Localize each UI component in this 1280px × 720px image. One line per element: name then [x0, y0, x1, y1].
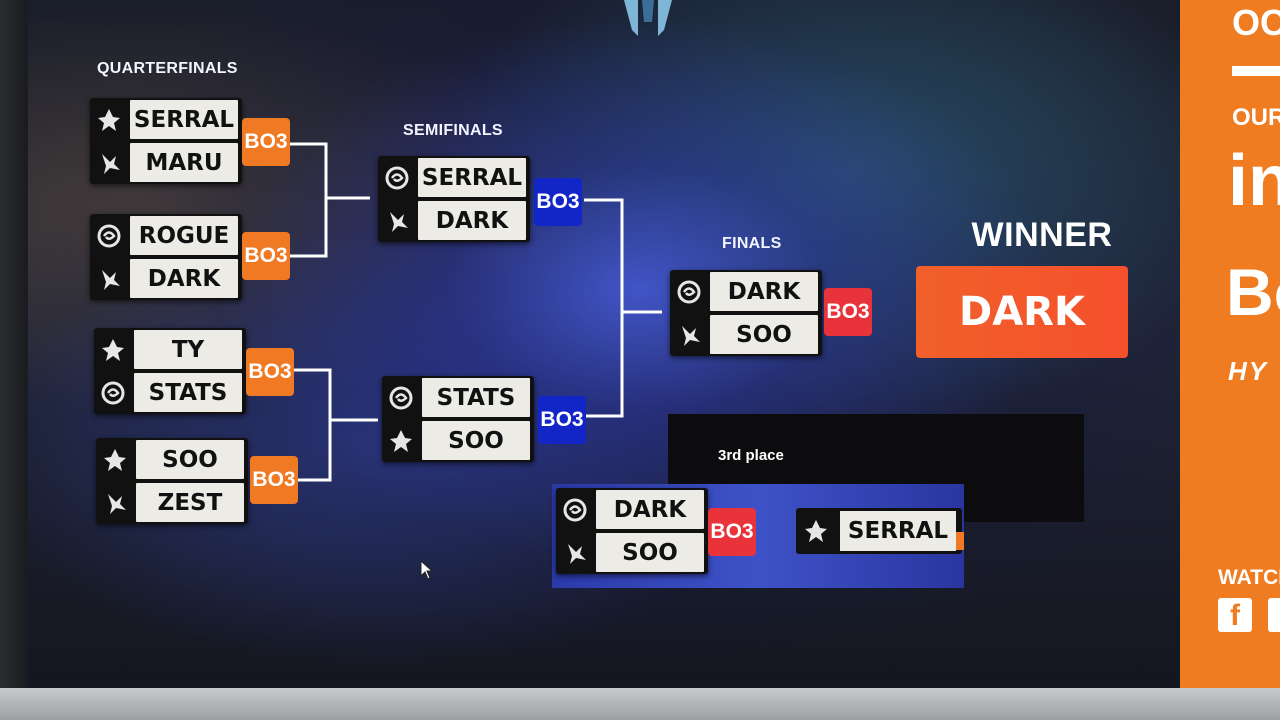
- qf-match-2: ROGUE DARK: [90, 214, 242, 300]
- sponsor-logo: HY: [1228, 356, 1269, 386]
- format-badge: BO3: [708, 508, 756, 556]
- format-badge: BO3: [824, 288, 872, 336]
- player-name: SOO: [710, 315, 818, 354]
- sidebar-top-text: OC: [1232, 2, 1280, 43]
- player-row[interactable]: TY: [94, 328, 246, 371]
- player-row[interactable]: SOO: [670, 313, 822, 356]
- terran-icon: [96, 438, 134, 481]
- player-row[interactable]: STATS: [94, 371, 246, 414]
- stream-overlay-screen: QUARTERFINALS SEMIFINALS FINALS SERRAL M…: [28, 0, 1200, 688]
- zerg-icon: [556, 488, 594, 531]
- zerg-icon: [670, 270, 708, 313]
- player-row[interactable]: SOO: [96, 438, 248, 481]
- terran-icon: [796, 508, 836, 554]
- player-name: DARK: [130, 259, 238, 298]
- format-badge: BO3: [246, 348, 294, 396]
- protoss-icon: [378, 199, 416, 242]
- player-name: SOO: [422, 421, 530, 460]
- protoss-icon: [556, 531, 594, 574]
- player-row[interactable]: SERRAL: [90, 98, 242, 141]
- format-badge: BO3: [538, 396, 586, 444]
- player-name: SERRAL: [840, 511, 956, 551]
- format-badge: BO3: [534, 178, 582, 226]
- player-row[interactable]: ZEST: [96, 481, 248, 524]
- player-name: DARK: [710, 272, 818, 311]
- player-name: MARU: [130, 143, 238, 182]
- zerg-icon: [94, 371, 132, 414]
- player-row[interactable]: STATS: [382, 376, 534, 419]
- sf-match-2: STATS SOO: [382, 376, 534, 462]
- format-badge: BO3: [242, 232, 290, 280]
- sidebar-big-text-1: in: [1228, 141, 1280, 221]
- player-name: DARK: [418, 201, 526, 240]
- player-row[interactable]: DARK: [556, 488, 708, 531]
- player-name: SERRAL: [130, 100, 238, 139]
- player-row[interactable]: ROGUE: [90, 214, 242, 257]
- sidebar-big-text-2: Bo: [1226, 255, 1280, 329]
- player-row[interactable]: DARK: [378, 199, 530, 242]
- player-row[interactable]: DARK: [670, 270, 822, 313]
- third-place-result[interactable]: SERRAL: [796, 508, 964, 554]
- winner-label: WINNER: [971, 216, 1113, 254]
- terran-icon: [382, 419, 420, 462]
- sf-match-1: SERRAL DARK: [378, 156, 530, 242]
- terran-icon: [94, 328, 132, 371]
- player-row[interactable]: SERRAL: [378, 156, 530, 199]
- sidebar-subtitle: OUR S: [1232, 104, 1280, 131]
- sidebar-divider: [1232, 66, 1280, 76]
- player-row[interactable]: SOO: [556, 531, 708, 574]
- terran-icon: [90, 98, 128, 141]
- protoss-icon: [90, 257, 128, 300]
- player-name: STATS: [134, 373, 242, 412]
- player-name: ROGUE: [130, 216, 238, 255]
- player-name: DARK: [596, 490, 704, 529]
- format-badge: BO3: [242, 118, 290, 166]
- monitor-bezel: [0, 0, 28, 688]
- zerg-icon: [90, 214, 128, 257]
- player-name: ZEST: [136, 483, 244, 522]
- player-name: SOO: [596, 533, 704, 572]
- player-name: SOO: [136, 440, 244, 479]
- protoss-icon: [670, 313, 708, 356]
- finals-match: DARK SOO: [670, 270, 822, 356]
- facebook-icon[interactable]: f: [1218, 598, 1252, 632]
- result-marker: [956, 532, 964, 550]
- player-name: SERRAL: [418, 158, 526, 197]
- third-place-label: 3rd place: [718, 447, 784, 464]
- social-icon[interactable]: [1268, 598, 1280, 632]
- player-name: STATS: [422, 378, 530, 417]
- player-row[interactable]: SOO: [382, 419, 534, 462]
- player-row[interactable]: DARK: [90, 257, 242, 300]
- protoss-icon: [90, 141, 128, 184]
- zerg-icon: [378, 156, 416, 199]
- winner-name: DARK: [916, 266, 1128, 358]
- player-row[interactable]: MARU: [90, 141, 242, 184]
- player-name: TY: [134, 330, 242, 369]
- monitor-bezel-bottom: [0, 688, 1280, 720]
- protoss-icon: [96, 481, 134, 524]
- qf-match-4: SOO ZEST: [96, 438, 248, 524]
- zerg-icon: [382, 376, 420, 419]
- watch-label: WATCH: [1218, 566, 1280, 589]
- qf-match-1: SERRAL MARU: [90, 98, 242, 184]
- mouse-cursor-icon: [420, 560, 434, 580]
- third-place-match: DARK SOO: [556, 488, 708, 574]
- sponsor-sidebar: OC OUR S in Bo HY WATCH f: [1180, 0, 1280, 688]
- format-badge: BO3: [250, 456, 298, 504]
- qf-match-3: TY STATS: [94, 328, 246, 414]
